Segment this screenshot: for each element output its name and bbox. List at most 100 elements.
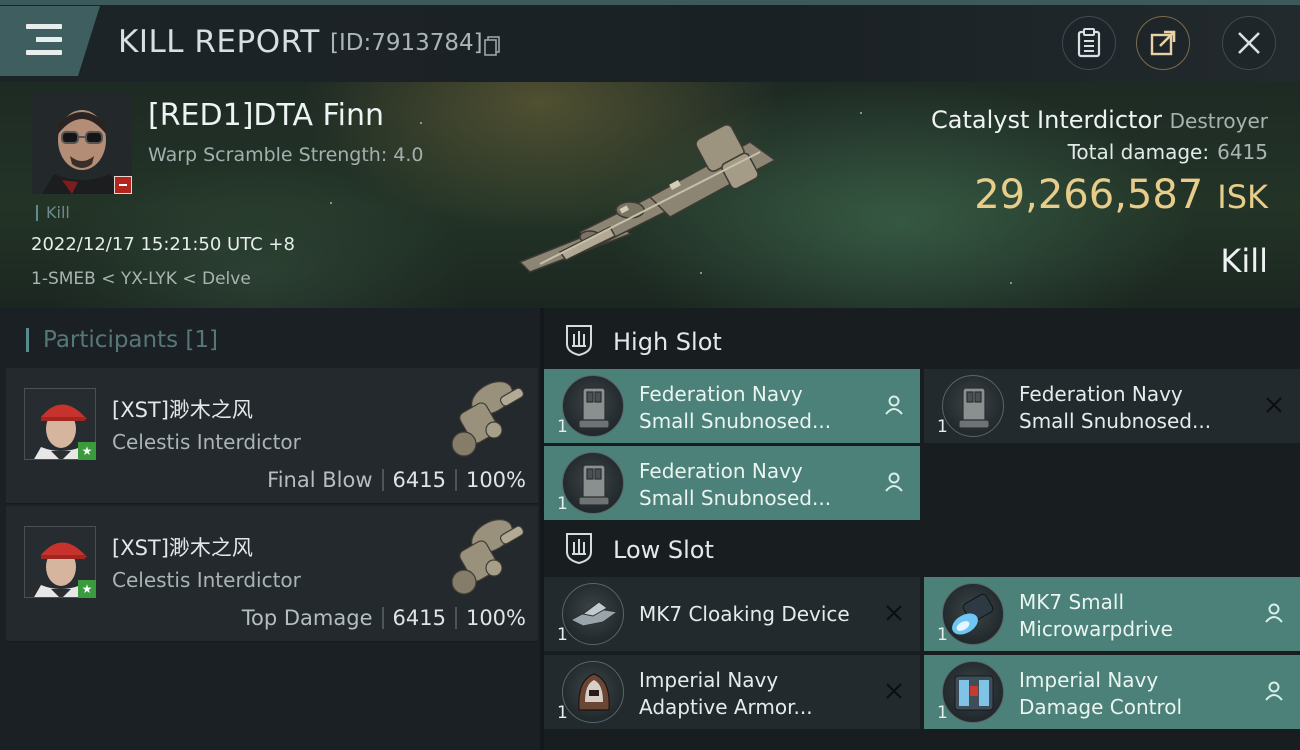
module-item[interactable]: 1 Imperial Navy Damage Control: [924, 655, 1300, 729]
module-name-line: MK7 Small: [1019, 590, 1124, 614]
module-name: Imperial Navy Damage Control: [1019, 667, 1259, 721]
module-quantity: 1: [557, 417, 568, 437]
star-decoration: [330, 202, 332, 204]
top-bar: KILL REPORT [ID:7913784]: [0, 0, 1300, 82]
participant-card[interactable]: ★ [XST]渺木之风 Celestis Interdictor Final B…: [6, 368, 538, 504]
high-slot-header: High Slot: [544, 310, 1300, 370]
participant-stats: Top Damage 6415 100%: [242, 606, 526, 630]
total-damage: Total damage: 6415: [1068, 140, 1268, 164]
victim-name[interactable]: [RED1]DTA Finn: [148, 98, 384, 133]
kill-id: [ID:7913784]: [330, 30, 483, 56]
isk-value: 29,266,587 ISK: [974, 172, 1268, 218]
module-item[interactable]: 1 Imperial Navy Adaptive Armor...: [544, 655, 920, 729]
module-item[interactable]: 1 Federation Navy Small Snubnosed...: [544, 446, 920, 520]
divider: [454, 469, 457, 491]
star-decoration: [420, 122, 422, 124]
module-quantity: 1: [937, 703, 948, 723]
launcher-icon: [562, 452, 624, 514]
share-button[interactable]: [1136, 16, 1190, 70]
participant-name[interactable]: [XST]渺木之风: [112, 532, 253, 562]
total-damage-label: Total damage:: [1067, 140, 1210, 164]
high-slot-icon: [566, 325, 592, 356]
module-name: MK7 Small Microwarpdrive: [1019, 589, 1259, 643]
divider: [381, 469, 384, 491]
module-quantity: 1: [937, 417, 948, 437]
star-decoration: [860, 112, 862, 114]
warp-scramble-strength: Warp Scramble Strength: 4.0: [148, 144, 424, 166]
low-slot-icon: [566, 533, 592, 564]
module-name-line: Federation Navy: [1019, 382, 1183, 406]
menu-button[interactable]: [0, 6, 100, 76]
module-name: Federation Navy Small Snubnosed...: [639, 381, 879, 435]
participant-name[interactable]: [XST]渺木之风: [112, 394, 253, 424]
microwarpdrive-icon: [942, 583, 1004, 645]
module-item[interactable]: 1 Federation Navy Small Snubnosed...: [544, 369, 920, 443]
module-item[interactable]: 1 Federation Navy Small Snubnosed...: [924, 369, 1300, 443]
ship-render-icon: [518, 124, 777, 273]
kill-location[interactable]: 1-SMEB < YX-LYK < Delve: [31, 269, 251, 289]
participant-role: Top Damage: [241, 606, 373, 630]
module-name-line: Small Snubnosed...: [1019, 409, 1212, 433]
fitted-person-icon: [882, 470, 906, 494]
destroyed-x-icon: [1262, 393, 1286, 417]
module-name-line: MK7 Cloaking Device: [639, 602, 850, 626]
low-slot-title: Low Slot: [613, 536, 714, 564]
low-slot-header: Low Slot: [544, 518, 1300, 578]
participant-percent: 100%: [465, 468, 526, 492]
victim-banner: [RED1]DTA Finn Warp Scramble Strength: 4…: [0, 82, 1300, 308]
divider: [454, 607, 457, 629]
launcher-icon: [942, 375, 1004, 437]
participant-card[interactable]: ★ [XST]渺木之风 Celestis Interdictor Top Dam…: [6, 506, 538, 642]
star-decoration: [1010, 282, 1012, 284]
module-name-line: Small Snubnosed...: [639, 409, 832, 433]
module-quantity: 1: [557, 494, 568, 514]
participant-damage: 6415: [392, 606, 446, 630]
divider: [381, 607, 384, 629]
next-slot-header-peek: [544, 736, 1300, 750]
high-slot-title: High Slot: [613, 328, 722, 356]
module-quantity: 1: [557, 625, 568, 645]
damage-control-icon: [942, 661, 1004, 723]
participants-header[interactable]: Participants [1]: [26, 328, 218, 352]
share-icon: [1150, 30, 1176, 56]
participant-stats: Final Blow 6415 100%: [267, 468, 526, 492]
victim-ship[interactable]: Catalyst Interdictor Destroyer: [931, 106, 1268, 134]
participant-role: Final Blow: [267, 468, 373, 492]
destroyed-x-icon: [882, 601, 906, 625]
module-name-line: Federation Navy: [639, 382, 803, 406]
module-item[interactable]: 1 MK7 Small Microwarpdrive: [924, 577, 1300, 651]
corp-star-icon: ★: [78, 442, 96, 460]
module-name: Imperial Navy Adaptive Armor...: [639, 667, 879, 721]
participants-panel: Participants [1] ★ [XST]渺木之风 Celestis In…: [0, 308, 540, 750]
clipboard-button[interactable]: [1062, 16, 1116, 70]
kill-type-tag: Kill: [36, 205, 70, 221]
module-quantity: 1: [937, 625, 948, 645]
module-name-line: Microwarpdrive: [1019, 617, 1173, 641]
kill-outcome: Kill: [1220, 242, 1268, 280]
participant-percent: 100%: [465, 606, 526, 630]
ship-render-icon: [451, 381, 525, 457]
participant-ship: Celestis Interdictor: [112, 568, 301, 592]
module-quantity: 1: [557, 703, 568, 723]
copy-icon[interactable]: [484, 36, 500, 56]
participant-damage: 6415: [392, 468, 446, 492]
module-name-line: Small Snubnosed...: [639, 486, 832, 510]
close-button[interactable]: [1222, 16, 1276, 70]
isk-unit: ISK: [1217, 178, 1268, 216]
menu-icon-bar: [26, 50, 62, 55]
victim-ship-name: Catalyst Interdictor: [931, 106, 1162, 134]
fitting-panel: High Slot 1 Federation Navy Small Snubno…: [544, 308, 1300, 750]
destroyed-x-icon: [882, 679, 906, 703]
total-damage-value: 6415: [1217, 140, 1268, 164]
launcher-icon: [562, 375, 624, 437]
menu-icon-notch: [26, 34, 36, 45]
menu-icon: [26, 24, 62, 29]
module-item[interactable]: 1 MK7 Cloaking Device: [544, 577, 920, 651]
victim-ship-class: Destroyer: [1169, 109, 1268, 133]
armor-hardener-icon: [562, 661, 624, 723]
corp-star-icon: ★: [78, 580, 96, 598]
fitted-person-icon: [1262, 679, 1286, 703]
kill-datetime: 2022/12/17 15:21:50 UTC +8: [31, 234, 295, 255]
ship-render-icon: [451, 519, 525, 595]
module-name-line: Federation Navy: [639, 459, 803, 483]
